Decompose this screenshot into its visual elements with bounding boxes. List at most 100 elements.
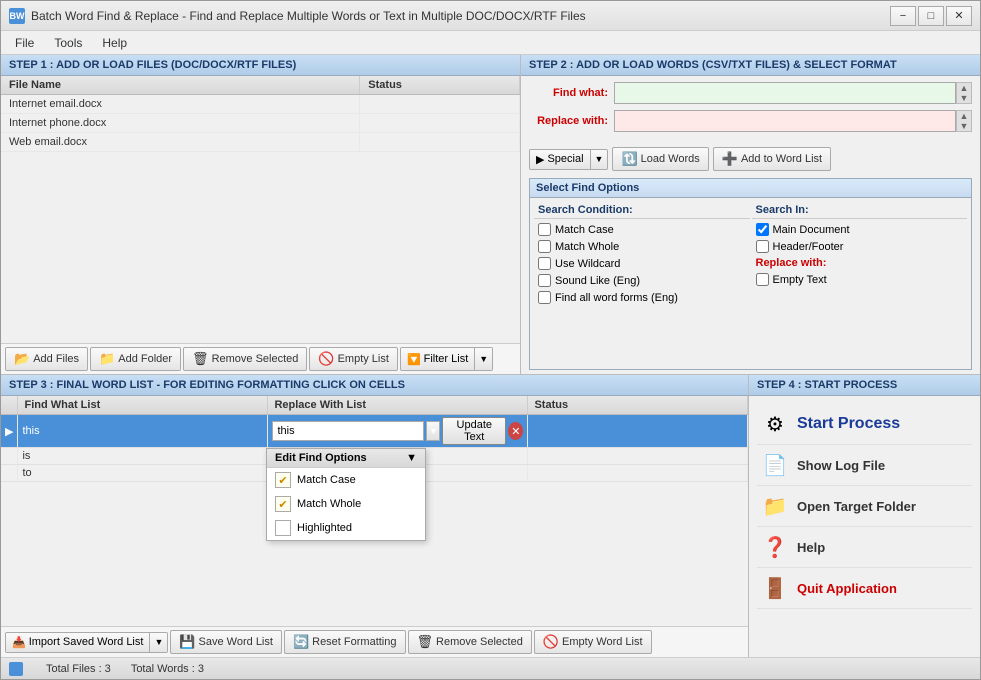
sound-like-checkbox[interactable] <box>538 274 551 287</box>
dp-highlighted-checkbox[interactable] <box>275 520 291 536</box>
row-arrow <box>1 448 18 465</box>
empty-list-button[interactable]: 🚫 Empty List <box>309 347 398 371</box>
status-cell <box>528 415 748 448</box>
match-case-label: Match Case <box>555 224 614 236</box>
find-all-forms-checkbox[interactable] <box>538 291 551 304</box>
import-saved-arrow[interactable]: ▼ <box>149 633 167 652</box>
empty-text-checkbox[interactable] <box>756 273 769 286</box>
table-row[interactable]: Internet email.docx <box>1 95 520 114</box>
import-saved-split-button[interactable]: 📥 Import Saved Word List ▼ <box>5 632 168 653</box>
load-words-button[interactable]: 🔃 Load Words <box>612 147 708 171</box>
find-scrollbar[interactable]: ▲ ▼ <box>956 82 972 104</box>
header-footer-checkbox[interactable] <box>756 240 769 253</box>
remove-selected-words-button[interactable]: 🗑 Remove Selected <box>408 630 532 654</box>
sound-like-label: Sound Like (Eng) <box>555 275 640 287</box>
open-target-folder-button[interactable]: 📁 Open Target Folder <box>757 486 972 527</box>
match-whole-checkbox[interactable] <box>538 240 551 253</box>
table-row[interactable]: Web email.docx <box>1 133 520 152</box>
save-icon: 💾 <box>179 634 195 650</box>
reset-formatting-button[interactable]: 🔄 Reset Formatting <box>284 630 406 654</box>
dp-match-whole-checkbox[interactable]: ✔ <box>275 496 291 512</box>
start-process-icon: ⚙ <box>761 410 789 438</box>
show-log-label: Show Log File <box>797 458 885 473</box>
find-input[interactable] <box>614 82 956 104</box>
dp-highlighted[interactable]: Highlighted <box>267 516 425 540</box>
menu-help[interactable]: Help <box>92 34 137 52</box>
col-status: Status <box>360 76 520 95</box>
dp-match-case-label: Match Case <box>297 474 356 486</box>
condition-col: Search Condition: Match Case Match Whole <box>534 202 750 306</box>
filter-list-split-button[interactable]: 🔽 Filter List ▼ <box>400 347 493 371</box>
find-options-box: Select Find Options Search Condition: Ma… <box>529 178 972 370</box>
menu-tools[interactable]: Tools <box>44 34 92 52</box>
condition-header: Search Condition: <box>534 202 750 219</box>
main-content: STEP 1 : ADD OR LOAD FILES (DOC/DOCX/RTF… <box>1 55 980 657</box>
col-replace-with: Replace With List <box>268 396 528 415</box>
find-label: Find what: <box>529 87 614 99</box>
replace-input[interactable] <box>614 110 956 132</box>
dp-highlighted-label: Highlighted <box>297 522 352 534</box>
replace-scrollbar[interactable]: ▲ ▼ <box>956 110 972 132</box>
step1-panel: STEP 1 : ADD OR LOAD FILES (DOC/DOCX/RTF… <box>1 55 521 374</box>
search-in-col: Search In: Main Document Header/Footer R… <box>752 202 968 306</box>
clear-replace-button[interactable]: ✕ <box>508 422 523 440</box>
add-files-button[interactable]: 📂 Add Files <box>5 347 88 371</box>
start-process-button[interactable]: ⚙ Start Process <box>757 404 972 445</box>
col-status: Status <box>528 396 748 415</box>
replace-cell[interactable]: ▼ Update Text ✕ <box>268 415 528 448</box>
find-cell[interactable]: to <box>18 465 268 482</box>
special-split-button[interactable]: ▶ Special ▼ <box>529 149 608 170</box>
use-wildcard-checkbox[interactable] <box>538 257 551 270</box>
col-arrow <box>1 396 18 415</box>
filter-list-arrow[interactable]: ▼ <box>474 348 492 370</box>
quit-application-button[interactable]: 🚪 Quit Application <box>757 568 972 609</box>
replace-inline-input[interactable] <box>272 421 424 441</box>
row-arrow <box>1 465 18 482</box>
file-status-cell <box>360 133 520 152</box>
step2-panel: STEP 2 : ADD OR LOAD WORDS (CSV/TXT FILE… <box>521 55 980 374</box>
filename-cell: Internet phone.docx <box>1 114 360 133</box>
empty-word-list-button[interactable]: 🚫 Empty Word List <box>534 630 652 654</box>
table-row[interactable]: ▶ this ▼ Update Text ✕ <box>1 415 748 448</box>
word-table-container: Find What List Replace With List Status … <box>1 396 748 626</box>
import-saved-main[interactable]: 📥 Import Saved Word List <box>6 633 149 652</box>
load-words-icon: 🔃 <box>621 151 637 167</box>
remove-selected-button[interactable]: 🗑 Remove Selected <box>183 347 307 371</box>
match-case-checkbox[interactable] <box>538 223 551 236</box>
add-to-word-list-button[interactable]: ➕ Add to Word List <box>713 147 831 171</box>
save-word-list-button[interactable]: 💾 Save Word List <box>170 630 282 654</box>
total-words-status: Total Words : 3 <box>131 663 204 675</box>
minimize-button[interactable]: − <box>890 6 916 26</box>
maximize-button[interactable]: □ <box>918 6 944 26</box>
add-list-icon: ➕ <box>722 151 738 167</box>
main-doc-checkbox[interactable] <box>756 223 769 236</box>
help-icon: ❓ <box>761 533 789 561</box>
file-status-cell <box>360 114 520 133</box>
update-text-button[interactable]: Update Text <box>442 417 506 445</box>
step3-toolbar: 📥 Import Saved Word List ▼ 💾 Save Word L… <box>1 626 748 657</box>
fo-match-case: Match Case <box>534 221 750 238</box>
dp-match-case-checkbox[interactable]: ✔ <box>275 472 291 488</box>
dp-match-case[interactable]: ✔ Match Case <box>267 468 425 492</box>
show-log-file-button[interactable]: 📄 Show Log File <box>757 445 972 486</box>
table-row[interactable]: Internet phone.docx <box>1 114 520 133</box>
special-arrow[interactable]: ▼ <box>590 150 608 169</box>
status-icon <box>9 662 23 676</box>
find-cell[interactable]: is <box>18 448 268 465</box>
replace-row: Replace with: ▲ ▼ <box>529 110 972 132</box>
window-title: Batch Word Find & Replace - Find and Rep… <box>31 9 890 23</box>
title-bar: BW Batch Word Find & Replace - Find and … <box>1 1 980 31</box>
menu-file[interactable]: File <box>5 34 44 52</box>
help-button[interactable]: ❓ Help <box>757 527 972 568</box>
special-main[interactable]: ▶ Special <box>530 150 590 169</box>
inline-edit-area: ▼ Update Text ✕ <box>272 417 523 445</box>
open-folder-label: Open Target Folder <box>797 499 916 514</box>
find-cell[interactable]: this <box>18 415 268 448</box>
main-doc-label: Main Document <box>773 224 850 236</box>
inline-dropdown-btn[interactable]: ▼ <box>426 421 440 441</box>
dp-match-whole[interactable]: ✔ Match Whole <box>267 492 425 516</box>
add-folder-button[interactable]: 📁 Add Folder <box>90 347 181 371</box>
close-button[interactable]: ✕ <box>946 6 972 26</box>
filter-list-main[interactable]: 🔽 Filter List <box>401 348 474 370</box>
add-files-icon: 📂 <box>14 351 30 367</box>
